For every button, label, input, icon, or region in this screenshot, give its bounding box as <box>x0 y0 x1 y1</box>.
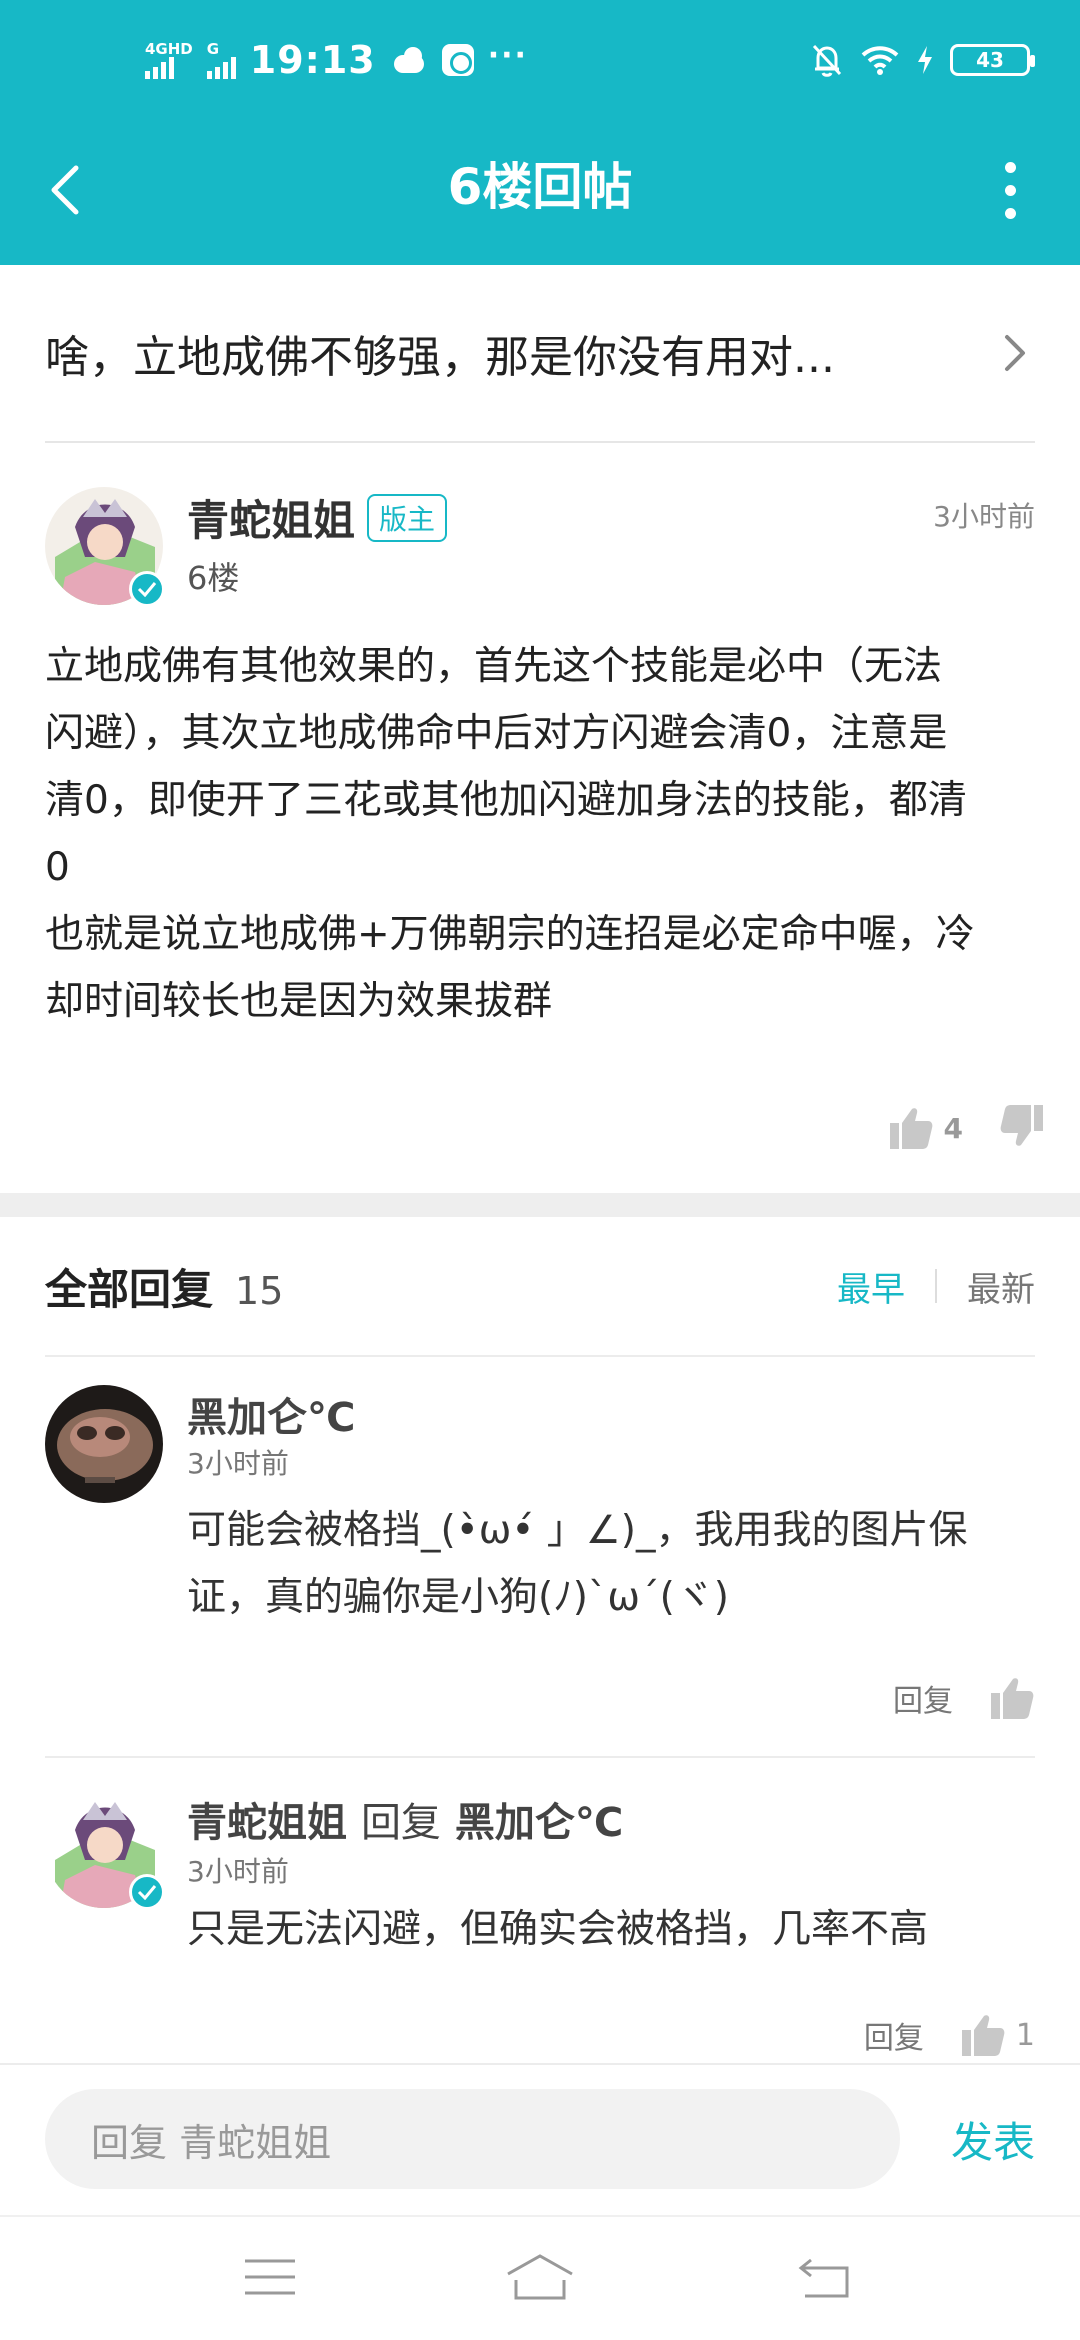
status-right: 43 <box>810 36 1035 84</box>
like-button[interactable] <box>989 1675 1035 1721</box>
chevron-left-icon <box>51 165 79 215</box>
status-left: 4GHD G 19:13 ··· <box>145 38 528 82</box>
menu-button[interactable] <box>220 2237 320 2317</box>
signal-2: G <box>206 40 236 79</box>
battery-level: 43 <box>976 48 1004 72</box>
replies-title-group: 全部回复 15 <box>45 1256 283 1317</box>
like-count: 1 <box>1015 2017 1035 2053</box>
app-notification-icon <box>441 44 474 76</box>
chevron-right-icon <box>995 323 1035 383</box>
reply-author-line: 青蛇姐姐 回复 黑加仑℃ <box>187 1790 623 1848</box>
replies-header: 全部回复 15 最早 最新 <box>45 1217 1035 1357</box>
dot-icon <box>1004 184 1016 196</box>
system-nav-bar <box>0 2215 1080 2340</box>
more-notifications-icon: ··· <box>487 37 528 73</box>
app-header: 6楼回帖 <box>0 120 1080 265</box>
menu-icon <box>245 2259 295 2295</box>
back-button[interactable] <box>30 150 100 230</box>
thumbs-up-icon <box>991 1678 1034 1719</box>
status-bar: 4GHD G 19:13 ··· 43 <box>0 0 1080 120</box>
like-button[interactable]: 4 <box>888 1105 963 1151</box>
reply-to-word: 回复 <box>360 1800 441 1846</box>
reply-actions: 回复 1 <box>864 2012 1035 2058</box>
verified-badge-icon <box>129 571 165 607</box>
dislike-button[interactable] <box>999 1103 1045 1153</box>
reply-actions: 回复 <box>893 1675 1035 1721</box>
signal-1: 4GHD <box>145 41 193 79</box>
network-type-2: G <box>206 40 220 58</box>
home-button[interactable] <box>490 2237 590 2317</box>
reply-divider <box>45 1756 1035 1758</box>
like-count: 4 <box>943 1111 963 1145</box>
post-body: 立地成佛有其他效果的，首先这个技能是必中（无法 闪避），其次立地成佛命中后对方闪… <box>45 644 975 1024</box>
moderator-badge: 版主 <box>367 493 448 542</box>
reply-author[interactable]: 黑加仑℃ <box>187 1385 355 1443</box>
reply-author[interactable]: 青蛇姐姐 <box>187 1800 347 1846</box>
sort-earliest-button[interactable]: 最早 <box>837 1262 905 1311</box>
page-title: 6楼回帖 <box>447 157 633 216</box>
author-name[interactable]: 青蛇姐姐 <box>187 487 355 548</box>
avatar[interactable] <box>45 1790 165 1910</box>
wifi-icon <box>861 46 899 75</box>
floor-post: 青蛇姐姐 版主 6楼 3小时前 立地成佛有其他效果的，首先这个技能是必中（无法 … <box>45 443 1043 1193</box>
weather-cloud-icon <box>390 47 428 73</box>
reply-time: 3小时前 <box>187 1855 289 1888</box>
clock: 19:13 <box>249 38 376 82</box>
post-time: 3小时前 <box>933 500 1035 533</box>
post-author: 青蛇姐姐 版主 <box>187 487 448 548</box>
signal-bars-1-icon <box>145 57 174 79</box>
network-type-1: 4GHD <box>145 40 193 58</box>
reply-button[interactable]: 回复 <box>893 1676 953 1720</box>
avatar-image <box>45 1385 163 1503</box>
reply-text: 只是无法闪避，但确实会被格挡，几率不高 <box>187 1907 929 1952</box>
reply-input[interactable]: 回复 青蛇姐姐 <box>45 2089 900 2189</box>
mute-bell-icon <box>812 44 842 77</box>
avatar[interactable] <box>45 1385 163 1503</box>
reply-input-bar: 回复 青蛇姐姐 发表 <box>0 2063 1080 2215</box>
charging-bolt-icon <box>918 46 932 74</box>
more-options-button[interactable] <box>980 150 1040 230</box>
battery-icon: 43 <box>950 44 1035 76</box>
section-separator <box>0 1193 1080 1217</box>
back-arrow-icon <box>798 2258 849 2298</box>
reply-time: 3小时前 <box>187 1447 289 1480</box>
reply-button[interactable]: 回复 <box>864 2013 924 2057</box>
send-button[interactable]: 发表 <box>951 2089 1035 2189</box>
reply-to-user[interactable]: 黑加仑℃ <box>455 1800 623 1846</box>
replies-title: 全部回复 <box>45 1264 214 1314</box>
post-votes: 4 <box>888 1103 1045 1153</box>
sort-newest-button[interactable]: 最新 <box>967 1262 1035 1311</box>
back-nav-button[interactable] <box>775 2237 875 2317</box>
reply-text: 可能会被格挡_(•̀ω•́ 」∠)_，我用我的图片保 证，真的骗你是小狗(ﾉ)`… <box>187 1508 968 1620</box>
like-button[interactable]: 1 <box>960 2012 1035 2058</box>
avatar[interactable] <box>45 487 165 607</box>
topic-title: 啥，立地成佛不够强，那是你没有用对... <box>45 332 835 383</box>
replies-count: 15 <box>235 1268 284 1313</box>
original-topic-link[interactable]: 啥，立地成佛不够强，那是你没有用对... <box>45 265 1035 443</box>
floor-number: 6楼 <box>187 559 240 597</box>
dot-icon <box>1004 207 1016 219</box>
home-icon <box>507 2254 573 2300</box>
signal-bars-2-icon <box>206 57 236 79</box>
thumbs-down-icon <box>1000 1105 1043 1146</box>
verified-badge-icon <box>129 1874 165 1910</box>
thumbs-up-icon <box>889 1108 932 1149</box>
dot-icon <box>1004 161 1016 173</box>
sort-divider <box>935 1269 937 1303</box>
reply-item: 青蛇姐姐 回复 黑加仑℃ 3小时前 只是无法闪避，但确实会被格挡，几率不高 回复… <box>45 1790 1035 2063</box>
reply-item: 黑加仑℃ 3小时前 可能会被格挡_(•̀ω•́ 」∠)_，我用我的图片保 证，真… <box>45 1385 1035 1760</box>
sort-options: 最早 最新 <box>837 1262 1035 1311</box>
thumbs-up-icon <box>961 2015 1005 2056</box>
